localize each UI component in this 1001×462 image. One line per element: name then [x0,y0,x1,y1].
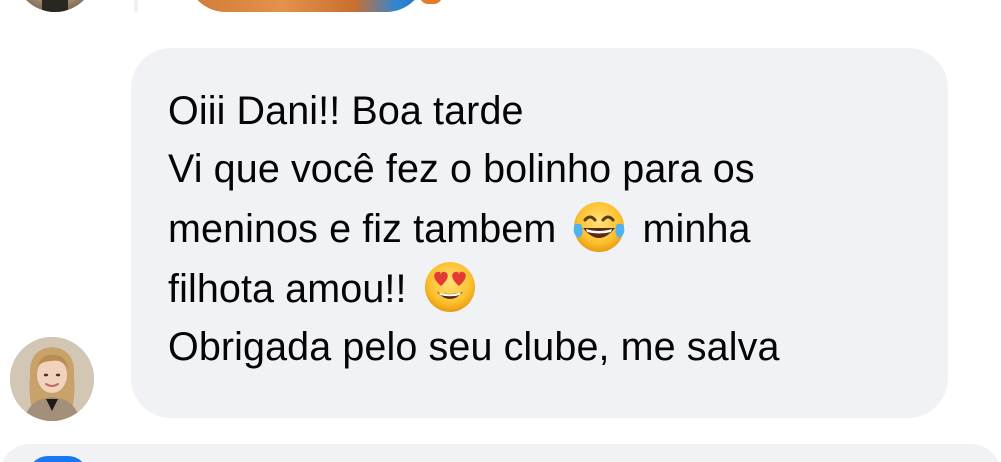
comment-text-line: Vi que você fez o bolinho para os [168,140,912,198]
previous-comment-image[interactable] [186,0,426,12]
comment-text-line: meninos e fiz tambem minha [168,198,912,258]
comment-text: minha [642,207,751,251]
comment-text: Obrigada pelo seu clube, me salva [168,325,780,369]
previous-commenter-avatar[interactable] [14,0,96,12]
comment-text: meninos e fiz tambem [168,207,557,251]
smiling-face-with-heart-eyes-icon [422,258,478,314]
thread-line [134,0,138,12]
comment-text-line: Oiii Dani!! Boa tarde [168,82,912,140]
next-comment-bubble[interactable] [0,444,1001,462]
reaction-icon[interactable] [420,0,442,4]
face-with-tears-of-joy-icon [571,198,627,254]
commenter-avatar[interactable] [10,337,94,421]
comment-text-line: Obrigada pelo seu clube, me salva [168,318,912,376]
comment-text: Oiii Dani!! Boa tarde [168,89,524,133]
comment-text-line: filhota amou!! [168,258,912,318]
comment-bubble[interactable]: Oiii Dani!! Boa tarde Vi que você fez o … [131,48,948,418]
comment-text: filhota amou!! [168,267,407,311]
comment-text: Vi que você fez o bolinho para os [168,147,755,191]
comment-thread: Oiii Dani!! Boa tarde Vi que você fez o … [0,0,1001,462]
